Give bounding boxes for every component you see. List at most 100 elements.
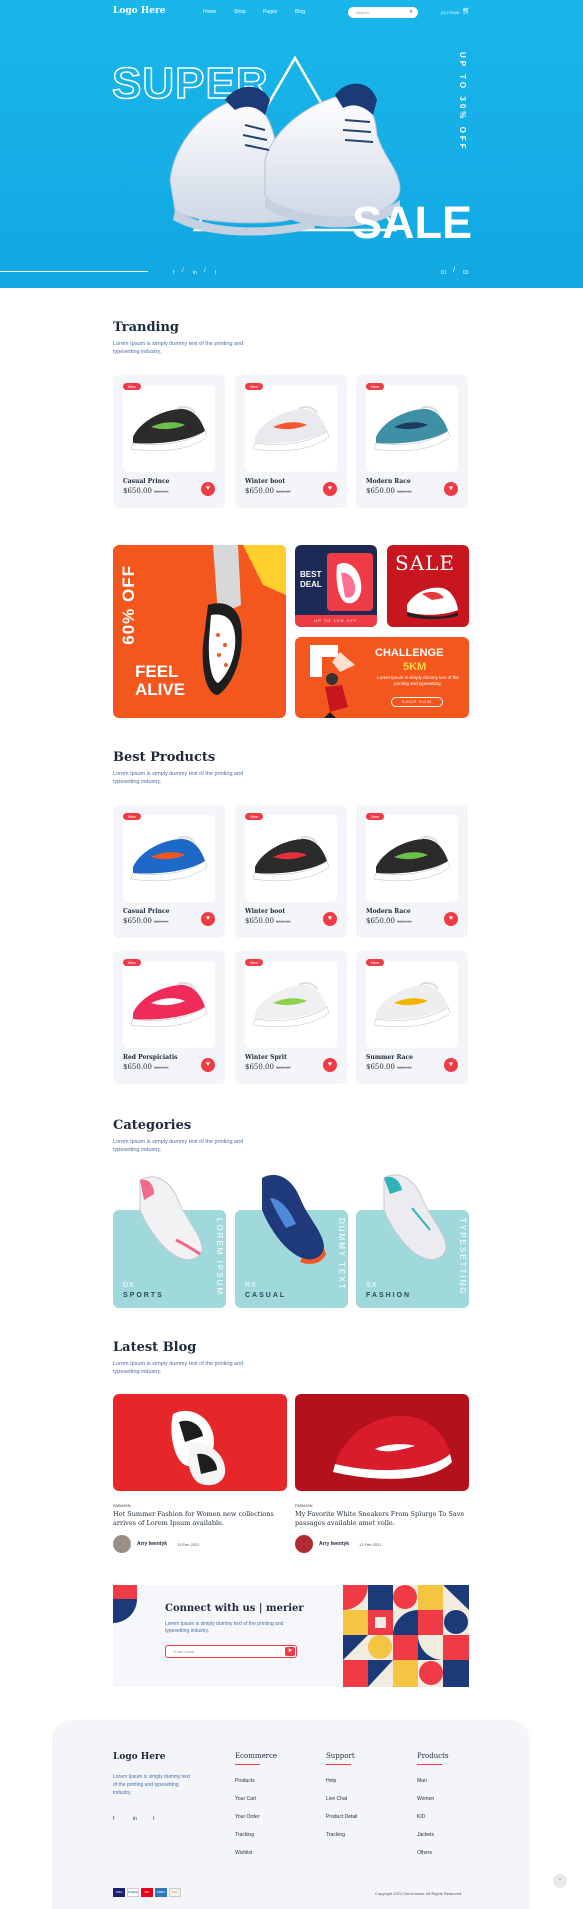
- footer-link[interactable]: Man: [417, 1778, 427, 1784]
- cart-count[interactable]: (0) ITEMS: [441, 10, 459, 15]
- new-badge: New: [366, 959, 384, 966]
- product-price: $650.00: [123, 917, 152, 925]
- product-old-price: $820.00: [276, 1065, 291, 1070]
- heart-icon[interactable]: ♥: [323, 482, 337, 496]
- twitter-icon[interactable]: t: [153, 1816, 154, 1822]
- product-card[interactable]: New Winter Sprit $650.00 $820.00 ♥: [235, 951, 347, 1084]
- blog-image-2[interactable]: [295, 1394, 469, 1491]
- footer-col-title: Products: [417, 1752, 449, 1760]
- nav-shop[interactable]: Shop: [234, 9, 246, 15]
- promo-sale[interactable]: SALE: [387, 545, 469, 627]
- product-card[interactable]: New Modern Race $650.00 $820.00 ♥: [356, 375, 468, 508]
- twitter-icon[interactable]: t: [215, 270, 216, 276]
- facebook-icon[interactable]: f: [173, 270, 174, 276]
- footer-link[interactable]: Others: [417, 1850, 432, 1856]
- product-name[interactable]: Winter boot: [245, 908, 285, 915]
- heart-icon[interactable]: ♥: [444, 482, 458, 496]
- nav-pages[interactable]: Pages: [263, 9, 277, 15]
- nav-home[interactable]: Home: [203, 9, 216, 15]
- category-name: SPORTS: [123, 1292, 164, 1299]
- footer-link[interactable]: Your Order: [235, 1814, 259, 1820]
- cart-icon[interactable]: 🛒︎: [462, 7, 471, 15]
- promo-challenge[interactable]: CHALLENGE 5KM Lorem Ipsum is simply dumm…: [295, 637, 469, 718]
- heart-icon[interactable]: ♥: [201, 482, 215, 496]
- geometric-pattern: [343, 1585, 469, 1687]
- linkedin-icon[interactable]: in: [193, 270, 197, 276]
- product-name[interactable]: Casual Prince: [123, 908, 169, 915]
- heart-icon[interactable]: ♥: [201, 1058, 215, 1072]
- category-vertical-text: DUMMY TEXT: [337, 1218, 346, 1291]
- product-card[interactable]: New Red Perspiciatis $650.00 $820.00 ♥: [113, 951, 225, 1084]
- footer-link[interactable]: Help: [326, 1778, 336, 1784]
- footer-link[interactable]: KID: [417, 1814, 425, 1820]
- search-placeholder: Search: [356, 10, 369, 15]
- heart-icon[interactable]: ♥: [323, 912, 337, 926]
- footer-col-underline: [417, 1764, 442, 1765]
- footer-link[interactable]: Women: [417, 1796, 434, 1802]
- blog-title: Latest Blog: [113, 1340, 197, 1355]
- shop-now-button[interactable]: SHOP NOW: [391, 697, 443, 707]
- facebook-icon[interactable]: f: [113, 1816, 114, 1822]
- product-name[interactable]: Modern Race: [366, 908, 411, 915]
- product-name[interactable]: Winter boot: [245, 478, 285, 485]
- new-badge: New: [123, 383, 141, 390]
- footer-link[interactable]: Your Cart: [235, 1796, 256, 1802]
- author-avatar: [113, 1535, 131, 1553]
- product-card[interactable]: New Winter boot $650.00 $820.00 ♥: [235, 805, 347, 938]
- footer-link[interactable]: Live Chat: [326, 1796, 347, 1802]
- email-field[interactable]: Enter email ➤: [165, 1645, 297, 1658]
- footer-link[interactable]: Product Detail: [326, 1814, 357, 1820]
- sale-text: SALE: [395, 551, 456, 575]
- search-icon[interactable]: ⌕: [410, 9, 413, 16]
- promo-feel-alive-text: FEEL ALIVE: [135, 662, 186, 699]
- heart-icon[interactable]: ♥: [444, 1058, 458, 1072]
- nav-blog[interactable]: Blog: [295, 9, 305, 15]
- product-card[interactable]: New Winter boot $650.00 $820.00 ♥: [235, 375, 347, 508]
- product-name[interactable]: Modern Race: [366, 478, 411, 485]
- product-name[interactable]: Summer Race: [366, 1054, 413, 1061]
- product-name[interactable]: Red Perspiciatis: [123, 1054, 178, 1061]
- shoe-image: [252, 405, 330, 452]
- footer-link[interactable]: Products: [235, 1778, 255, 1784]
- new-badge: New: [245, 383, 263, 390]
- heart-icon[interactable]: ♥: [444, 912, 458, 926]
- heart-icon[interactable]: ♥: [323, 1058, 337, 1072]
- footer-link[interactable]: Wishlist: [235, 1850, 252, 1856]
- search-input[interactable]: Search ⌕: [348, 7, 418, 18]
- slide-current: 01: [441, 270, 447, 276]
- best-deal-text: BEST DEAL: [300, 570, 322, 589]
- sale-title: SALE: [352, 197, 473, 248]
- product-card[interactable]: New Summer Race $650.00 $820.00 ♥: [356, 951, 468, 1084]
- product-card[interactable]: New Casual Prince $650.00 $820.00 ♥: [113, 375, 225, 508]
- product-price: $650.00: [366, 1063, 395, 1071]
- footer-link[interactable]: Jackets: [417, 1832, 434, 1838]
- post-date: 13 Feb 2021: [359, 1542, 382, 1547]
- scroll-top-icon[interactable]: ^: [553, 1874, 567, 1888]
- promo-feel-alive[interactable]: 60% OFF FEEL ALIVE: [113, 545, 286, 718]
- promo-best-deal[interactable]: BEST DEAL UP TO 15% OFF: [295, 545, 377, 627]
- blog-post-title[interactable]: Hot Summer Fashion for Women new collect…: [113, 1510, 283, 1528]
- logo[interactable]: Logo Here: [113, 6, 165, 16]
- shoe-image: [373, 835, 451, 882]
- blog-post-title[interactable]: My Favorite White Sneakers From Splurge …: [295, 1510, 465, 1528]
- footer-link[interactable]: Tracking: [326, 1832, 345, 1838]
- author-avatar: [295, 1535, 313, 1553]
- category-code: SX: [366, 1282, 378, 1289]
- footer-link[interactable]: Tracking: [235, 1832, 254, 1838]
- product-card[interactable]: New Modern Race $650.00 $820.00 ♥: [356, 805, 468, 938]
- author-name: Arry Iwentyk: [137, 1541, 168, 1547]
- footer-logo[interactable]: Logo Here: [113, 1752, 165, 1762]
- footer: [52, 1720, 530, 1909]
- product-card[interactable]: New Casual Prince $650.00 $820.00 ♥: [113, 805, 225, 938]
- product-name[interactable]: Casual Prince: [123, 478, 169, 485]
- heart-icon[interactable]: ♥: [201, 912, 215, 926]
- send-icon[interactable]: ➤: [285, 1647, 295, 1656]
- blog-image-1[interactable]: [113, 1394, 287, 1491]
- mastercard-icon: MC: [141, 1888, 153, 1897]
- product-name[interactable]: Winter Sprit: [245, 1054, 287, 1061]
- casual-shoe-image: [262, 1174, 326, 1264]
- category-code: DX: [123, 1282, 135, 1289]
- category-code: RX: [245, 1282, 257, 1289]
- newsletter-text: Lorem Ipsum is simply dummy text of the …: [165, 1621, 284, 1634]
- linkedin-icon[interactable]: in: [133, 1816, 137, 1822]
